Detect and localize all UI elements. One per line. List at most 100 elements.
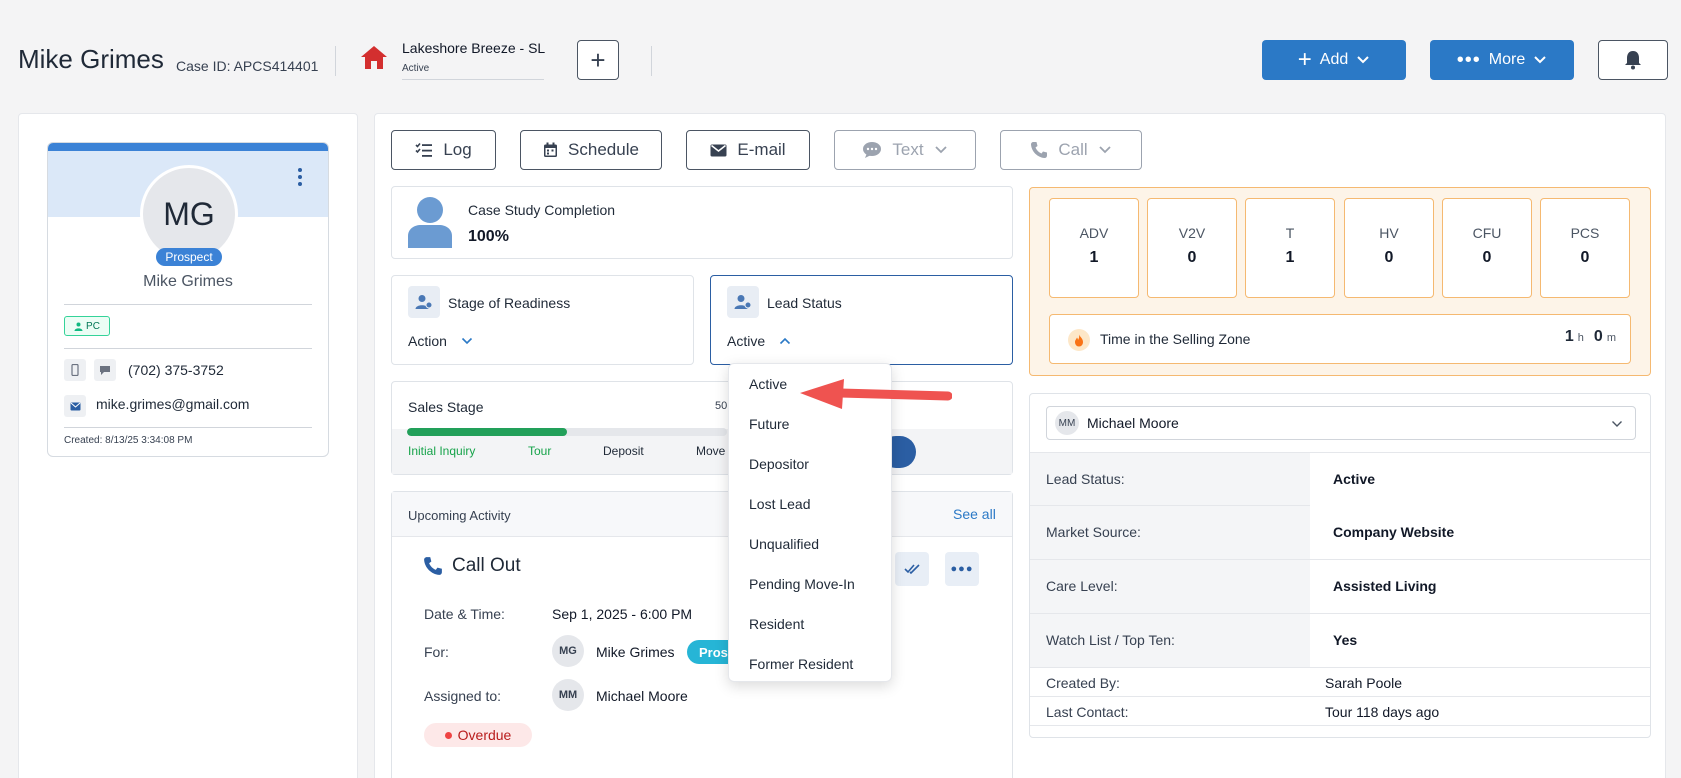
- user-gear-icon: [727, 286, 759, 318]
- minutes-unit: m: [1606, 332, 1616, 344]
- user-gear-icon: [408, 286, 440, 318]
- dropdown-option-depositor[interactable]: Depositor: [729, 444, 891, 484]
- kebab-menu-icon[interactable]: [296, 167, 304, 187]
- case-study-card: [391, 186, 1013, 259]
- detail-key: Lead Status:: [1046, 471, 1125, 487]
- calendar-icon: [544, 142, 558, 157]
- detail-key: Last Contact:: [1046, 704, 1129, 720]
- property-status: Active: [402, 63, 430, 74]
- email-address[interactable]: mike.grimes@gmail.com: [96, 396, 249, 412]
- email-label: E-mail: [737, 140, 786, 159]
- double-check-icon: [904, 564, 920, 575]
- log-button[interactable]: Log: [391, 130, 496, 170]
- detail-row: Market Source: Company Website: [1030, 506, 1650, 560]
- home-icon: [361, 46, 387, 69]
- property-name[interactable]: Lakeshore Breeze - SL: [402, 40, 545, 56]
- lead-status-select[interactable]: Active: [727, 333, 791, 349]
- for-label: For:: [424, 644, 449, 660]
- assigned-name: Michael Moore: [596, 688, 688, 704]
- envelope-icon: [710, 144, 727, 156]
- chevron-down-icon: [461, 337, 472, 345]
- dropdown-option-unqualified[interactable]: Unqualified: [729, 524, 891, 564]
- lead-status-value: Active: [727, 333, 766, 349]
- email-icon: [64, 395, 86, 417]
- detail-value: Sarah Poole: [1325, 675, 1403, 691]
- assignee-select[interactable]: MM Michael Moore: [1046, 406, 1636, 440]
- activity-more-button[interactable]: ●●●: [945, 552, 979, 586]
- stage-label: Initial Inquiry: [408, 444, 476, 458]
- phone-icon: [1031, 142, 1048, 158]
- phone-number[interactable]: (702) 375-3752: [128, 362, 224, 378]
- detail-value: Active: [1333, 471, 1376, 487]
- prospect-badge: Prospect: [156, 248, 222, 266]
- metric-label: CFU: [1472, 225, 1502, 241]
- stage-of-readiness-value: Action: [408, 333, 447, 349]
- metric-label: ADV: [1079, 225, 1109, 241]
- metric-card: T 1: [1245, 198, 1335, 298]
- metric-card: PCS 0: [1540, 198, 1630, 298]
- case-study-value: 100%: [468, 228, 509, 245]
- phone-icon: [424, 557, 442, 575]
- more-button-label: More: [1488, 51, 1526, 68]
- pc-tag: PC: [64, 316, 110, 336]
- upcoming-activity-title: Upcoming Activity: [408, 508, 511, 523]
- chevron-down-icon: [1357, 56, 1369, 64]
- sales-stage-title: Sales Stage: [408, 399, 484, 415]
- sms-icon[interactable]: [94, 359, 116, 381]
- call-button[interactable]: Call: [1000, 130, 1142, 170]
- stage-of-readiness-select[interactable]: Action: [408, 333, 473, 349]
- dropdown-option-former-resident[interactable]: Former Resident: [729, 644, 891, 681]
- card-top-bar: [48, 143, 328, 151]
- metric-card: HV 0: [1344, 198, 1434, 298]
- more-button[interactable]: ••• More: [1430, 40, 1574, 80]
- text-button[interactable]: Text: [834, 130, 976, 170]
- metric-value: 0: [1580, 249, 1590, 266]
- add-property-button[interactable]: +: [577, 40, 619, 80]
- profile-card: MG Prospect Mike Grimes PC (702) 375-375…: [47, 142, 329, 457]
- text-label: Text: [892, 140, 924, 159]
- schedule-button[interactable]: Schedule: [520, 130, 662, 170]
- metric-value: 0: [1384, 249, 1394, 266]
- for-name[interactable]: Mike Grimes: [596, 644, 675, 660]
- dropdown-option-resident[interactable]: Resident: [729, 604, 891, 644]
- add-button-label: Add: [1319, 51, 1349, 68]
- person-icon: [408, 197, 452, 248]
- stage-label: Move: [696, 444, 726, 458]
- sales-stage-progress: [407, 428, 727, 436]
- call-label: Call: [1058, 140, 1088, 159]
- profile-name: Mike Grimes: [143, 273, 233, 290]
- detail-row: Last Contact: Tour 118 days ago: [1030, 697, 1650, 726]
- chevron-down-icon: [1534, 56, 1546, 64]
- date-value: Sep 1, 2025 - 6:00 PM: [552, 606, 693, 622]
- metric-card: ADV 1: [1049, 198, 1139, 298]
- metric-label: HV: [1379, 225, 1399, 241]
- assignee-name: Michael Moore: [1087, 415, 1179, 431]
- annotation-arrow-icon: [800, 379, 952, 409]
- metric-value: 1: [1089, 249, 1099, 266]
- metric-value: 0: [1187, 249, 1197, 266]
- see-all-link[interactable]: See all: [953, 506, 996, 522]
- add-button[interactable]: + Add: [1262, 40, 1406, 80]
- log-label: Log: [443, 140, 472, 159]
- stage-label: Deposit: [603, 444, 644, 458]
- detail-key: Market Source:: [1046, 524, 1141, 540]
- overdue-label: Overdue: [457, 727, 512, 743]
- detail-row: Watch List / Top Ten: Yes: [1030, 614, 1650, 668]
- assigned-label: Assigned to:: [424, 688, 502, 704]
- avatar: MM: [552, 679, 584, 711]
- email-button[interactable]: E-mail: [686, 130, 810, 170]
- dropdown-option-pending-move-in[interactable]: Pending Move-In: [729, 564, 891, 604]
- hours-value: 1: [1564, 328, 1574, 345]
- detail-row: Created By: Sarah Poole: [1030, 668, 1650, 697]
- schedule-label: Schedule: [568, 140, 639, 159]
- mobile-icon[interactable]: [64, 359, 86, 381]
- complete-activity-button[interactable]: [895, 552, 929, 586]
- avatar: MM: [1055, 411, 1079, 435]
- user-icon: [74, 322, 83, 331]
- chevron-up-icon: [780, 337, 791, 345]
- notifications-button[interactable]: [1598, 40, 1668, 80]
- case-id: Case ID: APCS414401: [176, 58, 319, 74]
- overdue-badge: Overdue: [424, 723, 532, 747]
- progress-fill: [407, 428, 567, 436]
- dropdown-option-lost-lead[interactable]: Lost Lead: [729, 484, 891, 524]
